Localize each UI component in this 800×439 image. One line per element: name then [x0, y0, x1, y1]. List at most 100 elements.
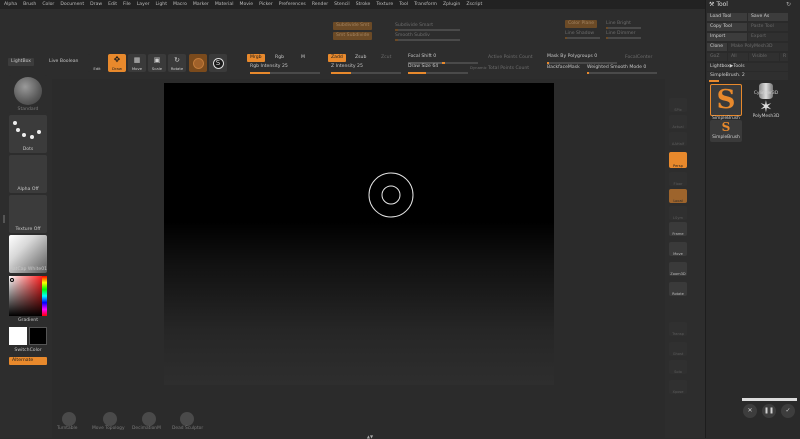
menu-item-color[interactable]: Color — [42, 2, 54, 7]
menu-item-zplugin[interactable]: Zplugin — [443, 2, 460, 7]
subdivide-smart-button[interactable]: Subdivide Smt — [333, 22, 373, 30]
focal-shift-slider[interactable]: Focal Shift 0 — [408, 54, 436, 59]
load-tool-button[interactable]: Load Tool — [707, 13, 747, 21]
mask-by-polygroups-slider[interactable]: Mask By Polygroups 0 — [547, 54, 597, 59]
smooth-subdiv-bar[interactable] — [395, 39, 460, 41]
menu-item-picker[interactable]: Picker — [259, 2, 273, 7]
close-round-icon[interactable]: ✕ — [743, 404, 757, 418]
visible-button[interactable]: Visible — [749, 53, 779, 61]
menu-item-marker[interactable]: Marker — [193, 2, 209, 7]
frame-button[interactable]: Frame — [669, 222, 687, 236]
menu-item-texture[interactable]: Texture — [376, 2, 393, 7]
switch-color-label[interactable]: SwitchColor — [4, 348, 52, 353]
export-button[interactable]: Export — [748, 33, 788, 41]
floor-button[interactable]: Floor — [669, 172, 687, 186]
aahalf-button[interactable]: AAHalf — [669, 132, 687, 146]
z-intensity-slider[interactable]: Z Intensity 25 — [331, 64, 363, 69]
color-sphere-button[interactable]: S — [209, 54, 227, 72]
pause-icon[interactable]: ❚❚ — [762, 404, 776, 418]
menu-item-file[interactable]: File — [123, 2, 131, 7]
clone-button[interactable]: Clone — [707, 43, 727, 51]
color-picker-cursor[interactable] — [10, 278, 14, 282]
rotate-tool-button[interactable]: ↻ Rotate — [168, 54, 186, 72]
r-button[interactable]: R — [780, 53, 788, 61]
dead-sculptor-button[interactable] — [180, 412, 194, 426]
copy-tool-button[interactable]: Copy Tool — [707, 23, 747, 31]
move-view-button[interactable]: Move — [669, 242, 687, 256]
rotate-view-button[interactable]: Rotate — [669, 282, 687, 296]
simplebrush-thumb[interactable]: S — [710, 84, 742, 116]
line-bright-bar[interactable] — [606, 27, 641, 29]
save-as-button[interactable]: Save As — [748, 13, 788, 21]
focal-center-button[interactable]: FocalCenter — [625, 55, 652, 60]
weighted-smooth-bar[interactable] — [587, 72, 657, 74]
menu-item-macro[interactable]: Macro — [173, 2, 187, 7]
backface-mask-button[interactable]: BackfaceMask — [544, 64, 583, 72]
edit-tool-button[interactable]: Edit — [88, 54, 106, 72]
m-button[interactable]: M — [298, 54, 308, 62]
local-button[interactable]: Local — [669, 189, 687, 203]
subdivide-smart-bar[interactable] — [395, 29, 460, 31]
paste-tool-button[interactable]: Paste Tool — [748, 23, 788, 31]
main-color-swatch[interactable] — [9, 327, 27, 345]
rgb-intensity-slider[interactable]: Rgb Intensity 25 — [250, 64, 288, 69]
current-tool-slider[interactable]: SimpleBrush. 2 — [707, 72, 788, 80]
menu-item-layer[interactable]: Layer — [137, 2, 150, 7]
move-tool-button[interactable]: ▦ Move — [128, 54, 146, 72]
menu-item-material[interactable]: Material — [215, 2, 234, 7]
menu-item-movie[interactable]: Movie — [239, 2, 253, 7]
decimation-button[interactable] — [142, 412, 156, 426]
alternate-button[interactable]: Alternate — [9, 357, 47, 365]
current-tool-bar[interactable] — [709, 80, 719, 82]
import-button[interactable]: Import — [707, 33, 747, 41]
color-plane-button[interactable]: Color Plane — [565, 20, 598, 28]
line-dimmer-bar[interactable] — [606, 37, 641, 39]
turntable-button[interactable] — [62, 412, 76, 426]
spix-button[interactable]: SPix — [669, 98, 687, 112]
palette-close-icon[interactable]: ↻ — [786, 1, 791, 8]
transp-button[interactable]: Transp — [669, 322, 687, 336]
make-polymesh-button[interactable]: Make PolyMesh3D — [728, 43, 788, 51]
draw-tool-button[interactable]: ✥ Draw — [108, 54, 126, 72]
dynamic-toggle[interactable]: Dynamic — [470, 65, 487, 70]
tool-palette-header[interactable]: ⚒ Tool — [709, 1, 728, 8]
actual-button[interactable]: Actual — [669, 115, 687, 129]
weighted-smooth-slider[interactable]: Weighted Smooth Mode 0 — [587, 65, 646, 70]
live-boolean-button[interactable]: Live Boolean — [46, 58, 81, 66]
all-button[interactable]: All — [728, 53, 748, 61]
mrgb-button[interactable]: Mrgb — [247, 54, 265, 62]
menu-item-stroke[interactable]: Stroke — [356, 2, 371, 7]
lsym-button[interactable]: LSym — [669, 206, 687, 220]
left-tray-handle[interactable] — [3, 215, 5, 223]
document-canvas[interactable] — [164, 83, 554, 385]
z-intensity-bar[interactable] — [331, 72, 401, 74]
xpose-button[interactable]: Xpose — [669, 380, 687, 394]
menu-item-transform[interactable]: Transform — [414, 2, 437, 7]
goz-button[interactable]: GoZ — [707, 53, 727, 61]
line-shadow-bar[interactable] — [565, 37, 600, 39]
menu-item-stencil[interactable]: Stencil — [334, 2, 350, 7]
zcut-button[interactable]: Zcut — [378, 54, 394, 62]
draw-size-bar[interactable] — [408, 72, 468, 74]
menu-item-brush[interactable]: Brush — [23, 2, 36, 7]
menu-item-alpha[interactable]: Alpha — [4, 2, 17, 7]
scale-tool-button[interactable]: ▣ Scale — [148, 54, 166, 72]
zoom3d-button[interactable]: Zoom3D — [669, 262, 687, 276]
zadd-button[interactable]: Zadd — [328, 54, 346, 62]
menu-item-zscript[interactable]: Zscript — [466, 2, 482, 7]
check-icon[interactable]: ✓ — [781, 404, 795, 418]
menu-item-preferences[interactable]: Preferences — [279, 2, 306, 7]
lightbox-tools-button[interactable]: Lightbox▶Tools — [707, 63, 788, 71]
menu-item-render[interactable]: Render — [312, 2, 328, 7]
lightbox-button[interactable]: LightBox — [8, 58, 35, 66]
material-sphere-button[interactable] — [189, 54, 207, 72]
rgb-button[interactable]: Rgb — [272, 54, 287, 62]
menu-item-light[interactable]: Light — [156, 2, 167, 7]
menu-item-edit[interactable]: Edit — [108, 2, 117, 7]
move-topology-button[interactable] — [103, 412, 117, 426]
solo-button[interactable]: Solo — [669, 360, 687, 374]
draw-size-slider[interactable]: Draw Size 64 — [408, 64, 438, 69]
menu-item-tool[interactable]: Tool — [399, 2, 408, 7]
smart-subdivide-button[interactable]: Smt Subdivide — [333, 32, 373, 40]
menu-item-document[interactable]: Document — [60, 2, 84, 7]
